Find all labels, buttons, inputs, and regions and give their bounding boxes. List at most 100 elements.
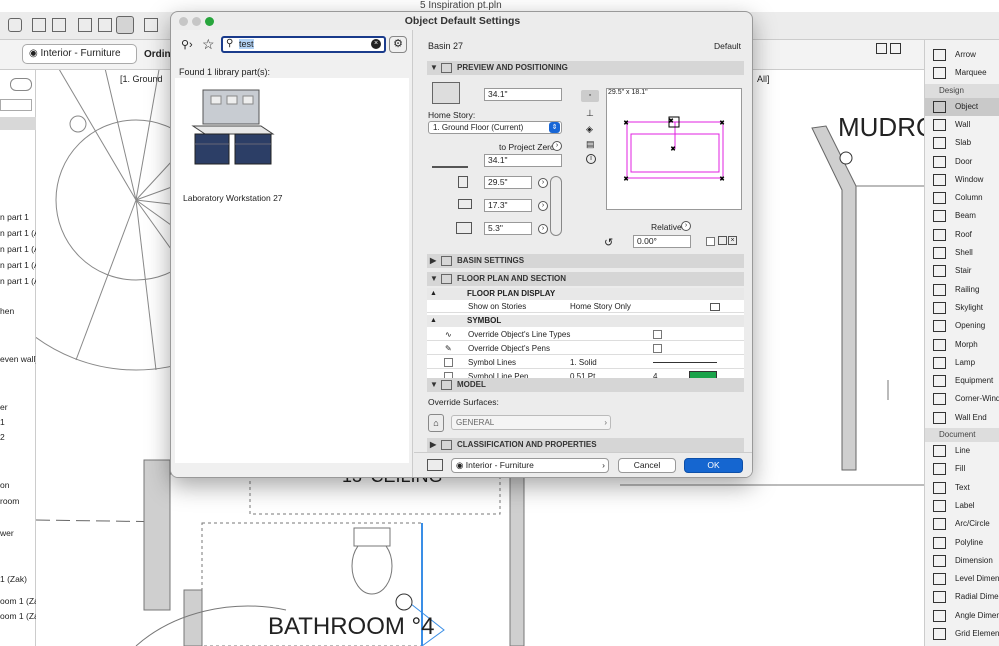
tool-arrow[interactable]: Arrow xyxy=(925,46,999,64)
preview-section-header[interactable]: ▼ PREVIEW AND POSITIONING xyxy=(427,61,744,75)
override-pens-checkbox[interactable] xyxy=(653,344,662,353)
suspend-groups-icon[interactable] xyxy=(116,16,134,34)
favorites-person-icon[interactable]: ⚲› xyxy=(181,38,195,51)
tool-dimension[interactable]: Dimension xyxy=(925,552,999,570)
preview-3d-icon[interactable]: ◈ xyxy=(586,124,593,135)
tool-fill[interactable]: Fill xyxy=(925,460,999,478)
tool-morph[interactable]: Morph xyxy=(925,336,999,354)
tool-shell[interactable]: Shell xyxy=(925,244,999,262)
search-settings-gear-icon[interactable]: ⚙ xyxy=(389,36,407,53)
navigator-list-item[interactable]: n part 1 (Au xyxy=(0,244,36,254)
dim-y-arrow-button[interactable]: › xyxy=(538,201,548,211)
classification-section-header[interactable]: ▶ CLASSIFICATION AND PROPERTIES xyxy=(427,438,744,452)
toolbar-icon-1[interactable] xyxy=(8,18,22,32)
tool-corner-windo[interactable]: Corner-Windo xyxy=(925,390,999,408)
home-story-select[interactable]: 1. Ground Floor (Current) ⇕ xyxy=(428,121,562,134)
tool-angle-dimens[interactable]: Angle Dimens xyxy=(925,607,999,625)
group-icon[interactable] xyxy=(78,18,92,32)
floor-plan-section-header[interactable]: ▼ FLOOR PLAN AND SECTION xyxy=(427,272,744,286)
document-group-header[interactable]: Document xyxy=(925,428,999,442)
symbol-line-pen-row[interactable]: Symbol Line Pen 0.51 Pt 4 xyxy=(427,370,744,378)
tool-railing[interactable]: Railing xyxy=(925,281,999,299)
close-view-icon[interactable] xyxy=(876,43,887,54)
info-icon[interactable]: i xyxy=(586,154,596,164)
tool-stair[interactable]: Stair xyxy=(925,262,999,280)
tool-opening[interactable]: Opening xyxy=(925,317,999,335)
tool-lamp[interactable]: Lamp xyxy=(925,354,999,372)
symbol-row[interactable]: ▲ SYMBOL xyxy=(427,315,744,327)
model-section-header[interactable]: ▼ MODEL xyxy=(427,378,744,392)
override-pens-row[interactable]: ✎ Override Object's Pens xyxy=(427,342,744,355)
dim-z-arrow-button[interactable]: › xyxy=(538,224,548,234)
navigator-list-item[interactable]: n part 1 xyxy=(0,212,36,222)
panel-selected-row[interactable] xyxy=(0,117,36,130)
navigator-list-item[interactable]: oom 1 (Zak xyxy=(0,611,36,621)
floor-plan-display-row[interactable]: ▲ FLOOR PLAN DISPLAY xyxy=(427,288,744,300)
navigator-list-item[interactable]: oom 1 (Zak xyxy=(0,596,36,606)
override-line-types-row[interactable]: ∿ Override Object's Line Types xyxy=(427,328,744,341)
navigator-list-item[interactable]: wer xyxy=(0,528,36,538)
panel-search-field[interactable] xyxy=(0,99,32,111)
result-item[interactable]: Laboratory Workstation 27 xyxy=(181,82,291,203)
preview-side-icon[interactable]: ⊥ xyxy=(586,108,594,119)
navigator-list-item[interactable]: 1 (Zak) xyxy=(0,574,36,584)
navigator-list-item[interactable]: er xyxy=(0,402,36,412)
project-zero-field[interactable]: 34.1" xyxy=(484,154,562,167)
elevation-field[interactable]: 34.1" xyxy=(484,88,562,101)
proportion-chain-link-icon[interactable] xyxy=(550,176,562,236)
preview-section-view-icon[interactable]: ▤ xyxy=(586,139,595,150)
preview-canvas[interactable]: 29.5" x 18.1" × × × × × × xyxy=(606,88,742,210)
tool-skylight[interactable]: Skylight xyxy=(925,299,999,317)
dim-x-arrow-button[interactable]: › xyxy=(538,178,548,188)
tool-text[interactable]: Text xyxy=(925,479,999,497)
project-zero-arrow-button[interactable]: › xyxy=(552,141,562,151)
rotation-field[interactable]: 0.00° xyxy=(633,235,691,248)
tool-column[interactable]: Column xyxy=(925,189,999,207)
cancel-button[interactable]: Cancel xyxy=(618,458,676,473)
tool-polyline[interactable]: Polyline xyxy=(925,534,999,552)
ungroup-icon[interactable] xyxy=(98,18,112,32)
tool-wall[interactable]: Wall xyxy=(925,116,999,134)
dimension-y-field[interactable]: 17.3" xyxy=(484,199,532,212)
override-line-types-checkbox[interactable] xyxy=(653,330,662,339)
tool-roof[interactable]: Roof xyxy=(925,226,999,244)
tool-door[interactable]: Door xyxy=(925,153,999,171)
tool-marquee[interactable]: Marquee xyxy=(925,64,999,82)
tool-level-dimens[interactable]: Level Dimens xyxy=(925,570,999,588)
show-on-stories-row[interactable]: Show on Stories Home Story Only xyxy=(427,301,744,313)
tool-window[interactable]: Window xyxy=(925,171,999,189)
view-options-icon[interactable] xyxy=(890,43,901,54)
surface-select[interactable]: GENERAL › xyxy=(451,415,611,430)
star-icon[interactable]: ☆ xyxy=(202,36,215,53)
clear-search-icon[interactable]: × xyxy=(371,39,381,49)
basin-settings-header[interactable]: ▶ BASIN SETTINGS xyxy=(427,254,744,268)
pen-color-swatch[interactable] xyxy=(689,371,717,378)
navigator-list-item[interactable]: n part 1 (Au xyxy=(0,228,36,238)
tool-slab[interactable]: Slab xyxy=(925,134,999,152)
navigator-list-item[interactable]: on xyxy=(0,480,36,490)
layer-select[interactable]: ◉ Interior - Furniture › xyxy=(451,458,609,473)
mirror-checkbox[interactable] xyxy=(706,237,715,246)
layer-combo[interactable]: ◉ Interior - Furniture xyxy=(22,44,137,64)
syringe-icon[interactable] xyxy=(52,18,66,32)
tool-label[interactable]: Label xyxy=(925,497,999,515)
dimension-x-field[interactable]: 29.5" xyxy=(484,176,532,189)
navigator-list-item[interactable]: n part 1 (Au xyxy=(0,260,36,270)
tool-beam[interactable]: Beam xyxy=(925,207,999,225)
navigator-list-item[interactable]: even wall) xyxy=(0,354,36,364)
tool-equipment[interactable]: Equipment xyxy=(925,372,999,390)
relative-arrow-button[interactable]: › xyxy=(681,221,691,231)
design-group-header[interactable]: Design xyxy=(925,83,999,98)
navigator-list-item[interactable]: hen xyxy=(0,306,36,316)
preview-2d-button[interactable]: ▫ xyxy=(581,90,599,102)
navigator-list-item[interactable]: n part 1 (Au xyxy=(0,276,36,286)
tool-radial-dimen[interactable]: Radial Dimen xyxy=(925,588,999,606)
eyedropper-icon[interactable] xyxy=(32,18,46,32)
navigator-list-item[interactable]: room xyxy=(0,496,36,506)
ok-button[interactable]: OK xyxy=(684,458,743,473)
navigator-list-item[interactable]: 2 xyxy=(0,432,36,442)
tool-wall-end[interactable]: Wall End xyxy=(925,409,999,427)
symbol-lines-checkbox[interactable] xyxy=(444,358,453,367)
layers-icon[interactable] xyxy=(144,18,158,32)
tool-object[interactable]: Object xyxy=(925,97,999,116)
